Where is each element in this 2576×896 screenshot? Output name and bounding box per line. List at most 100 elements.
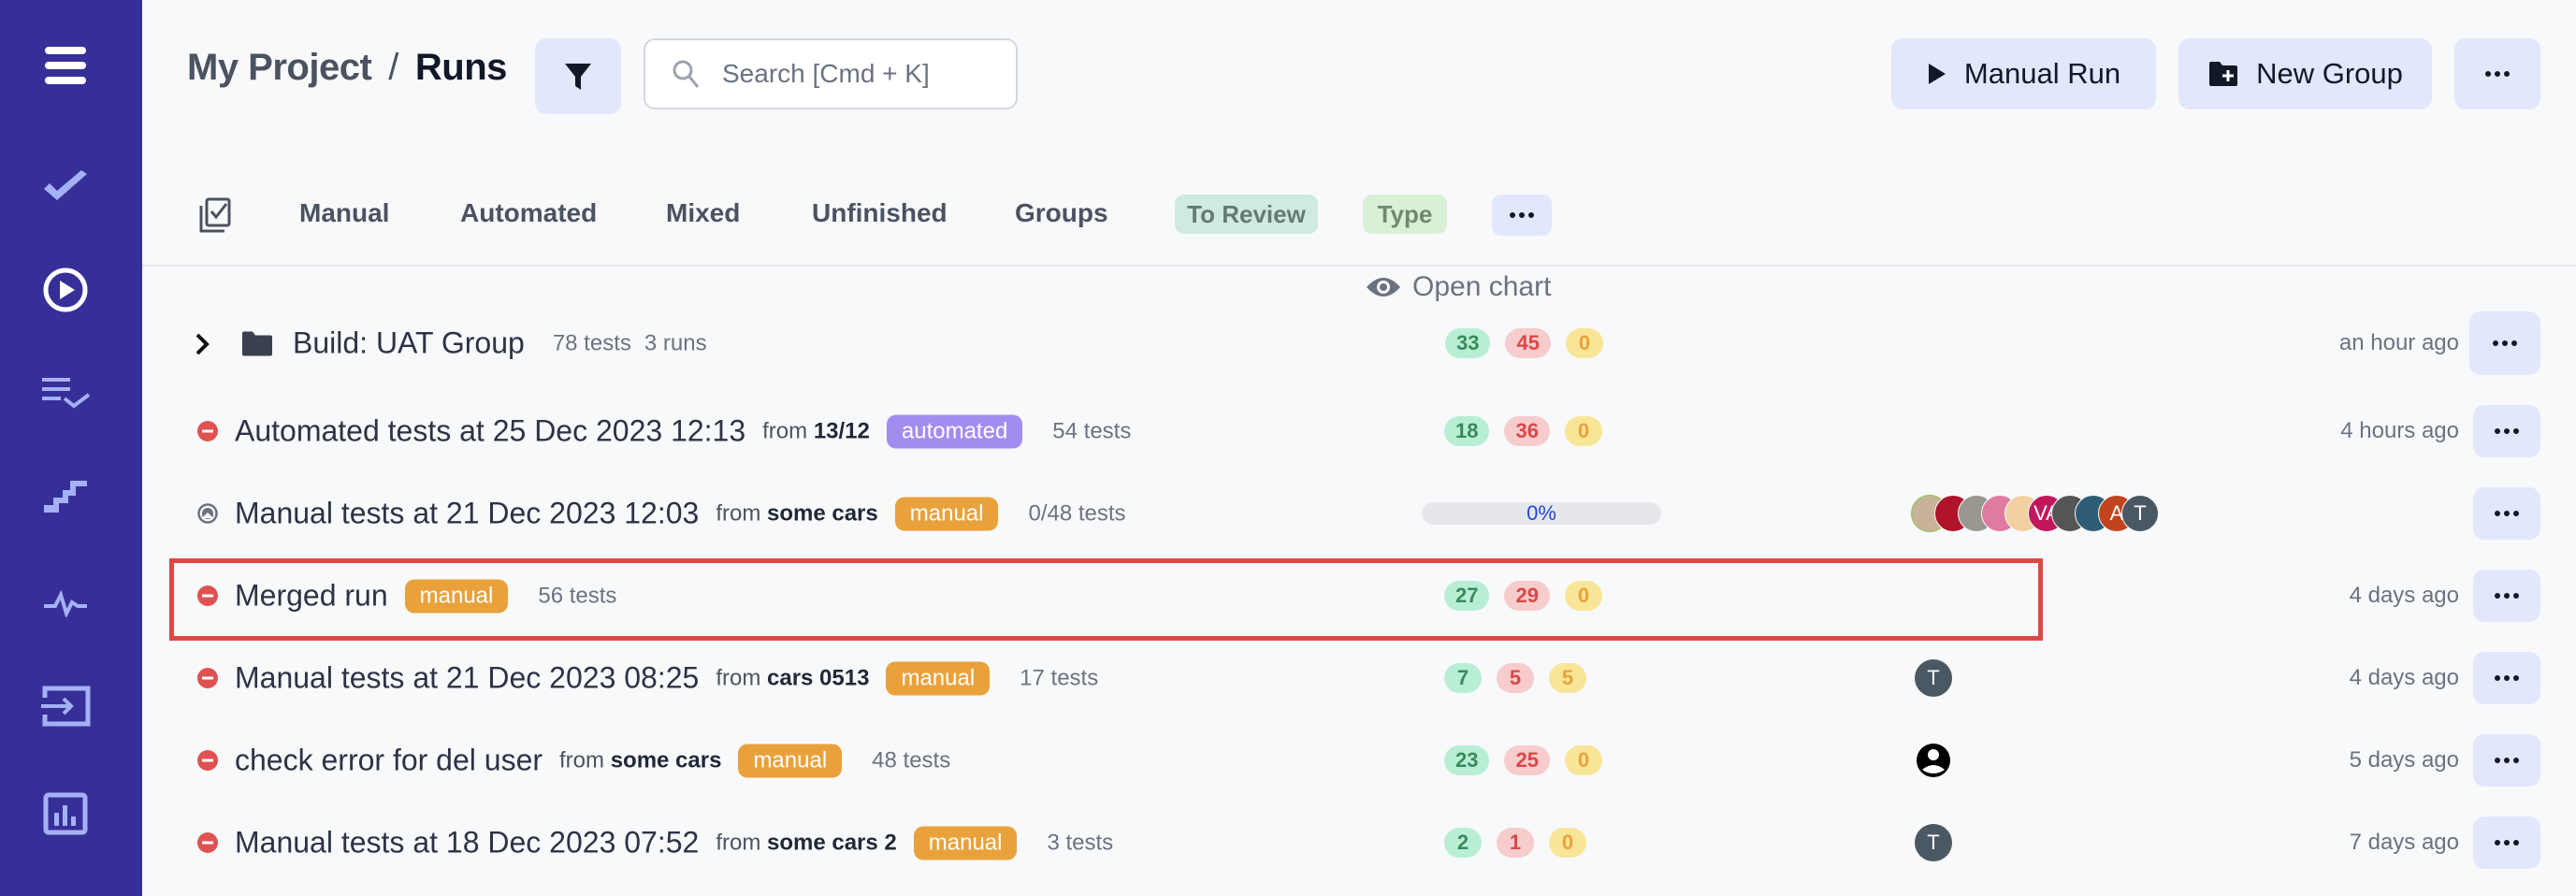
breadcrumb-project[interactable]: My Project [187, 47, 372, 89]
assignee-avatars[interactable] [1915, 742, 1952, 779]
run-tag[interactable]: manual [886, 661, 991, 695]
from-label: from [716, 830, 761, 855]
group-tests: 78 tests [552, 330, 631, 355]
sidebar-item-steps[interactable] [37, 468, 94, 524]
run-tag[interactable]: manual [738, 744, 843, 777]
run-counts: 18 36 0 [1444, 416, 1602, 446]
group-row[interactable]: Build: UAT Group 78 tests 3 runs 33 45 0… [169, 308, 2554, 379]
run-source: from cars 0513 [716, 665, 869, 691]
passed-count: 2 [1444, 828, 1482, 858]
group-title[interactable]: Build: UAT Group [293, 326, 525, 361]
more-actions-button[interactable] [2454, 38, 2540, 109]
run-row[interactable]: Manual tests at 18 Dec 2023 07:52 from s… [169, 807, 2554, 878]
source-name: some cars 2 [767, 830, 897, 855]
multi-select-icon[interactable] [198, 196, 232, 234]
assignee-avatars[interactable]: T [1915, 824, 1952, 861]
run-tag[interactable]: manual [404, 579, 509, 613]
assignee-avatars[interactable]: VA A T [1911, 495, 2159, 532]
user-icon [1917, 744, 1950, 777]
run-title[interactable]: Manual tests at 21 Dec 2023 08:25 [235, 661, 699, 696]
ellipsis-icon [2495, 840, 2519, 845]
failed-status-icon [197, 750, 218, 771]
tab-unfinished[interactable]: Unfinished [812, 198, 948, 228]
row-more-button[interactable] [2469, 311, 2540, 375]
tab-type[interactable]: Type [1363, 195, 1447, 234]
run-row[interactable]: Automated tests at 25 Dec 2023 12:13 fro… [169, 396, 2554, 467]
new-group-button[interactable]: New Group [2178, 38, 2432, 109]
from-label: from [716, 500, 761, 526]
run-tag[interactable]: manual [913, 826, 1018, 860]
run-row[interactable]: Manual tests at 21 Dec 2023 12:03 from s… [169, 478, 2554, 549]
source-name: some cars [767, 500, 878, 526]
filter-icon [565, 63, 591, 90]
run-counts: 23 25 0 [1444, 745, 1602, 775]
row-more-button[interactable] [2473, 817, 2540, 869]
pulse-icon [44, 589, 87, 617]
run-tests: 54 tests [1052, 418, 1132, 443]
from-label: from [559, 747, 605, 773]
sidebar-item-import[interactable] [37, 678, 94, 734]
menu-icon[interactable] [37, 37, 94, 94]
tab-groups[interactable]: Groups [1015, 198, 1108, 228]
analytics-icon [43, 792, 88, 835]
run-tests: 48 tests [872, 747, 951, 773]
run-tests: 17 tests [1020, 665, 1099, 690]
run-title[interactable]: Merged run [235, 579, 388, 614]
open-chart-label: Open chart [1412, 271, 1552, 302]
avatar: T [2121, 495, 2159, 532]
run-title[interactable]: check error for del user [235, 744, 543, 778]
run-row[interactable]: check error for del user from some cars … [169, 725, 2554, 796]
play-icon [1928, 64, 1946, 84]
tab-manual[interactable]: Manual [299, 198, 389, 228]
sidebar-item-runs[interactable] [37, 262, 94, 318]
run-tag[interactable]: manual [894, 497, 999, 530]
divider [142, 265, 2576, 267]
run-tests: 3 tests [1047, 830, 1114, 855]
search-input[interactable] [722, 59, 1003, 89]
open-chart-button[interactable]: Open chart [1366, 271, 1551, 303]
new-group-label: New Group [2256, 57, 2403, 90]
assignee-avatars[interactable]: T [1915, 659, 1952, 697]
tab-automated[interactable]: Automated [460, 198, 597, 228]
chevron-right-icon[interactable] [194, 332, 210, 356]
passed-count: 27 [1444, 581, 1490, 611]
tab-mixed[interactable]: Mixed [666, 198, 740, 228]
skipped-count: 5 [1549, 663, 1586, 693]
row-more-button[interactable] [2473, 652, 2540, 704]
sidebar-item-plans[interactable] [37, 365, 94, 421]
group-runs: 3 runs [644, 330, 707, 355]
run-tag[interactable]: automated [886, 414, 1023, 448]
run-time: 4 days ago [2349, 665, 2459, 690]
ellipsis-icon [2485, 71, 2510, 77]
run-title[interactable]: Manual tests at 21 Dec 2023 12:03 [235, 497, 699, 531]
run-tests: 56 tests [538, 583, 617, 608]
sidebar-item-tests[interactable] [37, 159, 94, 215]
sidebar-item-analytics[interactable] [37, 786, 94, 842]
failed-count: 1 [1497, 828, 1534, 858]
run-title[interactable]: Manual tests at 18 Dec 2023 07:52 [235, 826, 699, 860]
progress-label: 0% [1527, 501, 1556, 525]
run-row[interactable]: Merged run manual 56 tests 27 29 0 4 day… [169, 560, 2554, 631]
run-counts: 2 1 0 [1444, 828, 1586, 858]
run-time: 4 days ago [2349, 583, 2459, 608]
run-row[interactable]: Manual tests at 21 Dec 2023 08:25 from c… [169, 643, 2554, 714]
row-more-button[interactable] [2473, 734, 2540, 787]
tabs-more-button[interactable] [1492, 195, 1552, 236]
steps-icon [44, 481, 87, 513]
failed-status-icon [197, 832, 218, 853]
breadcrumb-separator: / [388, 47, 398, 88]
sidebar [0, 0, 142, 896]
row-more-button[interactable] [2473, 487, 2540, 540]
run-title[interactable]: Automated tests at 25 Dec 2023 12:13 [235, 414, 745, 449]
skipped-count: 0 [1549, 828, 1586, 858]
row-more-button[interactable] [2473, 405, 2540, 457]
manual-run-button[interactable]: Manual Run [1891, 38, 2156, 109]
check-icon [44, 170, 87, 200]
filter-button[interactable] [535, 38, 621, 114]
skipped-count: 0 [1564, 745, 1602, 775]
run-counts: 7 5 5 [1444, 663, 1586, 693]
tab-to-review[interactable]: To Review [1175, 195, 1318, 234]
sidebar-item-pulse[interactable] [37, 575, 94, 631]
row-more-button[interactable] [2473, 570, 2540, 622]
run-time: an hour ago [2338, 330, 2459, 355]
